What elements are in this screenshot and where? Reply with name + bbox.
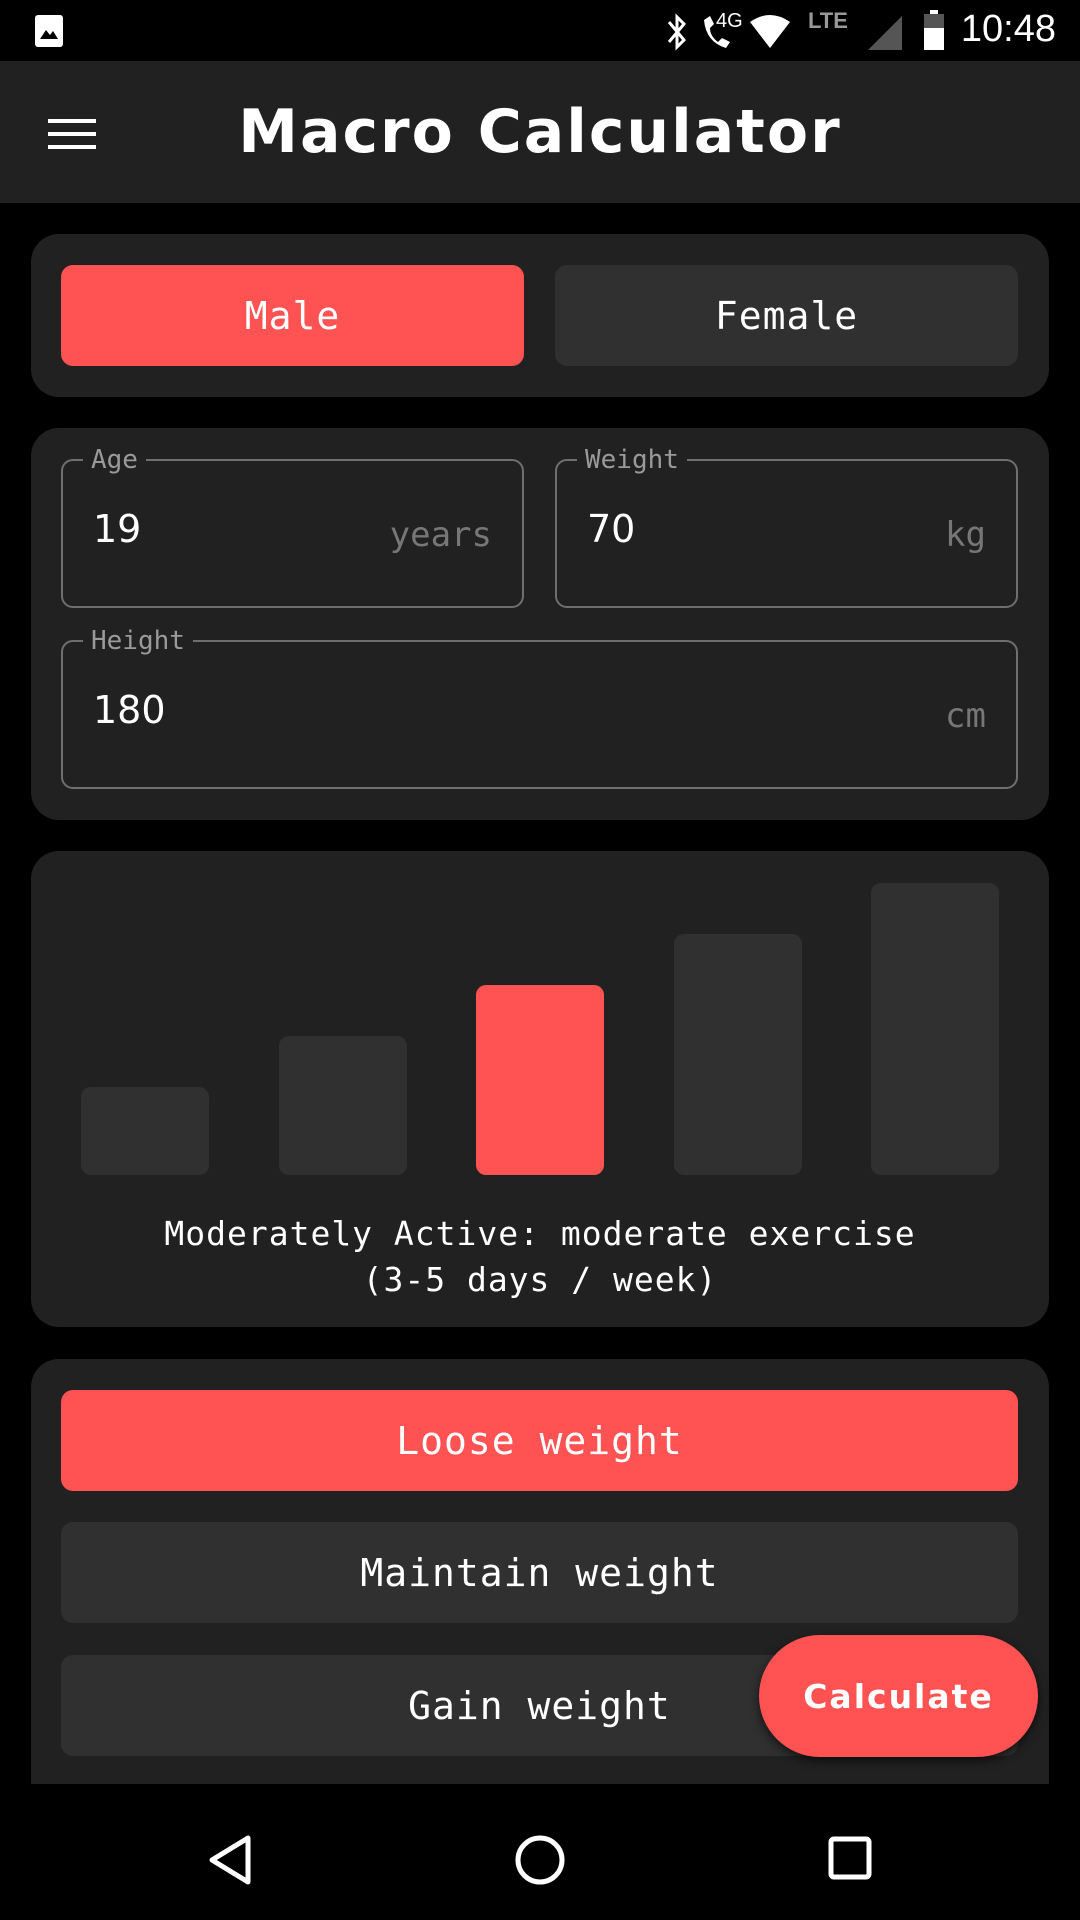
height-value[interactable]: 180 <box>93 688 166 732</box>
age-field[interactable]: Age 19 years <box>61 445 524 608</box>
weight-unit: kg <box>945 515 986 555</box>
activity-level-bar-4[interactable] <box>673 934 802 1175</box>
male-button[interactable]: Male <box>61 265 524 366</box>
age-label: Age <box>83 445 146 475</box>
activity-level-bar-3[interactable] <box>476 985 604 1175</box>
gender-card: Male Female <box>31 234 1049 397</box>
activity-card: Moderately Active: moderate exercise (3-… <box>31 851 1049 1327</box>
image-icon <box>35 15 63 47</box>
weight-label: Weight <box>577 445 687 475</box>
female-button[interactable]: Female <box>555 265 1018 366</box>
weight-value[interactable]: 70 <box>587 507 635 551</box>
height-unit: cm <box>945 696 986 736</box>
home-icon[interactable] <box>514 1834 566 1886</box>
status-bar: 4G LTE 10:48 <box>0 0 1080 61</box>
activity-level-bar-1[interactable] <box>81 1087 209 1175</box>
lte-signal-icon <box>868 16 902 50</box>
calculate-button[interactable]: Calculate <box>759 1635 1038 1757</box>
bluetooth-icon <box>667 13 687 51</box>
maintain-weight-button[interactable]: Maintain weight <box>61 1522 1018 1623</box>
loose-weight-button[interactable]: Loose weight <box>61 1390 1018 1491</box>
lte-label: LTE <box>808 8 848 33</box>
call-4g-label: 4G <box>716 10 743 32</box>
activity-level-bar-2[interactable] <box>278 1036 407 1175</box>
age-unit: years <box>389 515 492 555</box>
back-icon[interactable] <box>206 1834 254 1886</box>
recents-icon[interactable] <box>828 1836 872 1880</box>
weight-field[interactable]: Weight 70 kg <box>555 445 1018 608</box>
activity-description-line1: Moderately Active: moderate exercise <box>164 1214 916 1253</box>
age-value[interactable]: 19 <box>93 507 141 551</box>
height-field[interactable]: Height 180 cm <box>61 626 1018 789</box>
clock: 10:48 <box>960 8 1056 50</box>
measurements-card: Age 19 years Weight 70 kg Height 180 cm <box>31 428 1049 820</box>
battery-icon <box>924 10 944 50</box>
app-bar: Macro Calculator <box>0 61 1080 203</box>
activity-level-bar-5[interactable] <box>871 883 999 1175</box>
activity-description: Moderately Active: moderate exercise (3-… <box>31 1211 1049 1303</box>
height-label: Height <box>83 626 193 656</box>
wifi-icon <box>750 15 790 48</box>
page-title: Macro Calculator <box>238 97 842 167</box>
navigation-bar <box>0 1784 1080 1920</box>
activity-description-line2: (3-5 days / week) <box>362 1260 718 1299</box>
